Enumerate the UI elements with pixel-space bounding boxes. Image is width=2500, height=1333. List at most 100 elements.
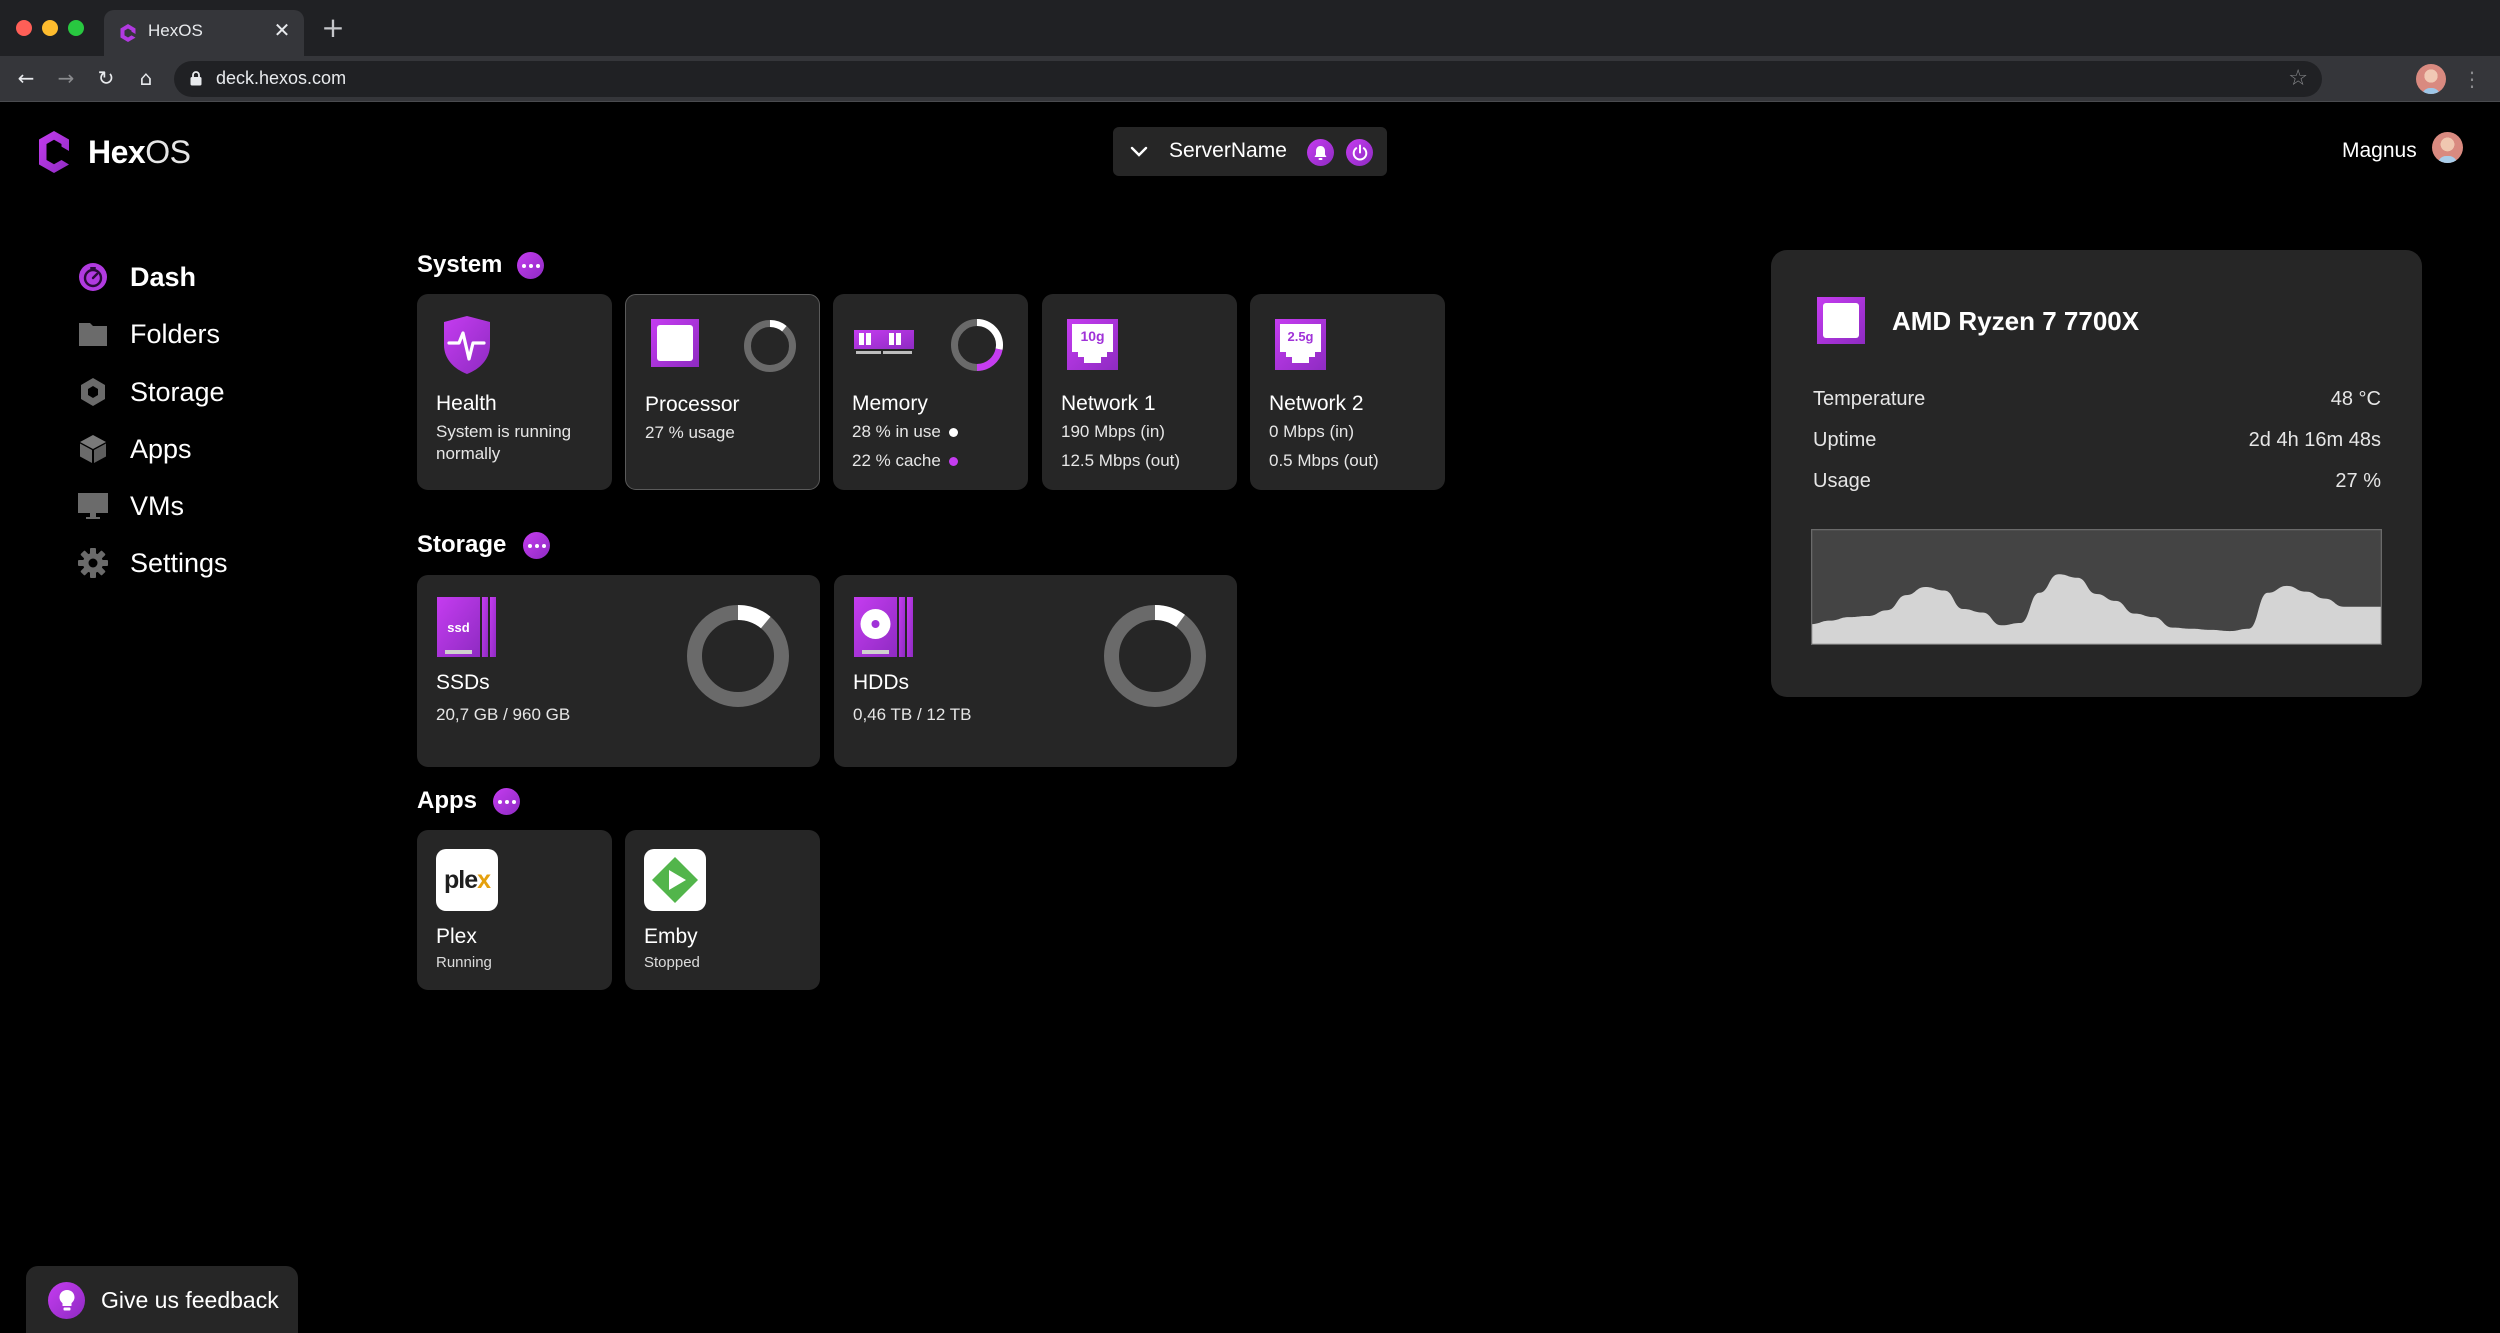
- sidebar-item-label: Storage: [130, 376, 225, 407]
- cache-legend-dot: [948, 457, 958, 467]
- lock-icon: [190, 71, 202, 86]
- app-name: Emby: [644, 925, 698, 948]
- memory-in-use-text: 28 % in use: [852, 422, 941, 441]
- plex-logo-icon: plex: [436, 849, 498, 911]
- sidebar-item-dash[interactable]: Dash: [78, 257, 298, 297]
- cube-icon: [78, 434, 108, 464]
- gauge-track: [687, 605, 789, 707]
- hdd-usage: 0,46 TB / 12 TB: [853, 705, 972, 724]
- network1-out: 12.5 Mbps (out): [1061, 451, 1181, 470]
- sidebar-item-settings[interactable]: Settings: [78, 543, 298, 583]
- more-dot: [534, 543, 539, 548]
- server-selector[interactable]: ServerName: [1113, 127, 1387, 176]
- stat-label: Usage: [1813, 470, 1871, 492]
- network2-out: 0.5 Mbps (out): [1269, 451, 1379, 470]
- window-minimize-button[interactable]: [42, 20, 58, 36]
- more-dot: [528, 263, 533, 268]
- logo-text: HexOS: [88, 133, 191, 171]
- ethernet-port-icon: 2.5g: [1275, 319, 1326, 370]
- ssd-usage-gauge: [687, 605, 789, 707]
- memory-stick-icon: [854, 330, 914, 354]
- app-card-emby[interactable]: Emby Stopped: [625, 830, 820, 990]
- app-name: Plex: [436, 925, 477, 948]
- gauge-cache-arc: [976, 348, 1003, 371]
- ethernet-port-icon: 10g: [1067, 319, 1118, 370]
- logo-text-light: OS: [145, 133, 191, 170]
- user-avatar[interactable]: [2432, 132, 2463, 163]
- hexos-logo[interactable]: HexOS: [38, 130, 191, 174]
- hdd-title: HDDs: [853, 671, 909, 694]
- arrow-right-icon[interactable]: →: [52, 64, 80, 92]
- power-button[interactable]: [1346, 139, 1373, 166]
- apps-more-button[interactable]: [493, 788, 520, 815]
- sidebar-item-folders[interactable]: Folders: [78, 314, 298, 354]
- sidebar-item-vms[interactable]: VMs: [78, 486, 298, 526]
- cpu-chip-icon: [1817, 297, 1865, 344]
- tab-title: HexOS: [148, 21, 203, 40]
- browser-profile-avatar[interactable]: [2416, 64, 2446, 94]
- section-title-apps: Apps: [417, 787, 477, 814]
- star-icon[interactable]: ☆: [2288, 66, 2308, 91]
- memory-card[interactable]: Memory 28 % in use 22 % cache: [833, 294, 1028, 490]
- network1-title: Network 1: [1061, 392, 1156, 415]
- hexagon-icon: [78, 377, 108, 407]
- address-bar[interactable]: deck.hexos.com ☆: [174, 61, 2322, 97]
- browser-tabstrip: HexOS ✕ +: [0, 0, 2500, 56]
- plex-logo-letters: ple: [443, 865, 478, 894]
- network2-in: 0 Mbps (in): [1269, 422, 1355, 441]
- ssd-badge: ssd: [447, 620, 469, 635]
- sidebar-item-label: Dash: [130, 261, 197, 292]
- more-dot: [527, 543, 532, 548]
- window-maximize-button[interactable]: [68, 20, 84, 36]
- feedback-button[interactable]: Give us feedback: [26, 1266, 298, 1333]
- hdd-usage-gauge: [1104, 605, 1206, 707]
- emby-logo-icon: [644, 849, 706, 911]
- more-dot: [541, 543, 546, 548]
- gauge-used-arc: [1154, 605, 1185, 628]
- window-close-button[interactable]: [16, 20, 32, 36]
- url-text[interactable]: deck.hexos.com: [216, 68, 346, 89]
- memory-in-use: 28 % in use: [852, 421, 958, 443]
- reload-icon[interactable]: ↻: [92, 64, 120, 92]
- chevron-down-icon[interactable]: [1127, 139, 1151, 163]
- home-icon[interactable]: ⌂: [132, 64, 160, 92]
- system-more-button[interactable]: [517, 252, 544, 279]
- memory-usage-gauge: [951, 319, 1003, 371]
- close-icon[interactable]: ✕: [270, 18, 294, 42]
- new-tab-button[interactable]: +: [320, 14, 346, 42]
- ssd-usage: 20,7 GB / 960 GB: [436, 705, 571, 724]
- notifications-button[interactable]: [1307, 139, 1334, 166]
- arrow-left-icon[interactable]: ←: [12, 64, 40, 92]
- processor-title: Processor: [645, 393, 740, 416]
- lightbulb-icon: [48, 1282, 85, 1319]
- bell-icon: [1314, 145, 1327, 160]
- folder-icon: [78, 319, 108, 349]
- network2-card[interactable]: 2.5g Network 2 0 Mbps (in) 0.5 Mbps (out…: [1250, 294, 1445, 490]
- stat-row-temperature: Temperature 48 °C: [1813, 388, 2381, 416]
- sidebar-item-storage[interactable]: Storage: [78, 372, 298, 412]
- ssd-card[interactable]: ssd SSDs 20,7 GB / 960 GB: [417, 575, 820, 767]
- processor-card[interactable]: Processor 27 % usage: [625, 294, 820, 490]
- more-dot: [504, 799, 509, 804]
- kebab-menu-icon[interactable]: ⋮: [2462, 64, 2482, 94]
- more-dot: [535, 263, 540, 268]
- health-title: Health: [436, 392, 497, 415]
- app-card-plex[interactable]: plex Plex Running: [417, 830, 612, 990]
- browser-tab[interactable]: HexOS ✕: [104, 10, 304, 56]
- sidebar-item-apps[interactable]: Apps: [78, 429, 298, 469]
- ssd-drive-icon: ssd: [437, 597, 496, 657]
- processor-usage: 27 % usage: [645, 423, 735, 442]
- cpu-chip-icon: [651, 319, 699, 367]
- network1-card[interactable]: 10g Network 1 190 Mbps (in) 12.5 Mbps (o…: [1042, 294, 1237, 490]
- health-card[interactable]: Health System is running normally: [417, 294, 612, 490]
- hexos-app: HexOS ServerName Magnus Dash Folders Sto…: [0, 103, 2500, 1333]
- sidebar-item-label: Settings: [130, 547, 228, 578]
- memory-title: Memory: [852, 392, 928, 415]
- storage-more-button[interactable]: [523, 532, 550, 559]
- logo-text-bold: Hex: [88, 133, 146, 170]
- hdd-card[interactable]: HDDs 0,46 TB / 12 TB: [834, 575, 1237, 767]
- user-name[interactable]: Magnus: [2342, 139, 2417, 163]
- network1-in: 190 Mbps (in): [1061, 422, 1165, 441]
- server-name[interactable]: ServerName: [1169, 139, 1287, 163]
- stat-row-uptime: Uptime 2d 4h 16m 48s: [1813, 429, 2381, 457]
